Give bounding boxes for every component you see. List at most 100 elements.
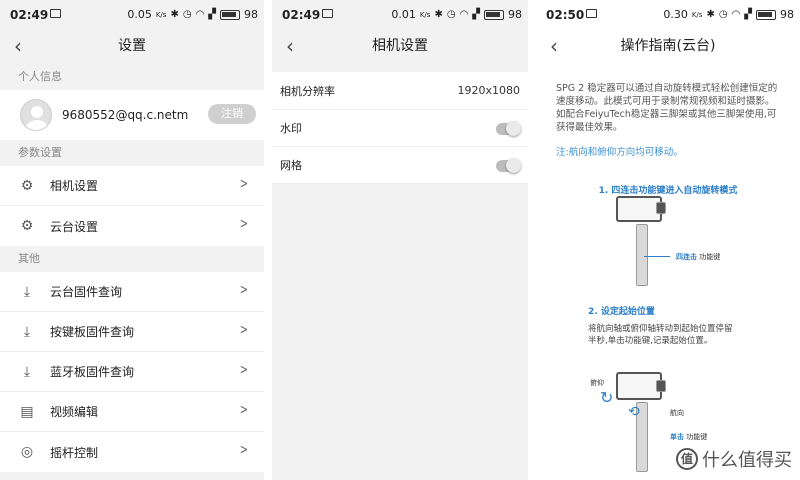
gimbal-motor (656, 380, 666, 392)
step1-callout-text: 功能键 (699, 253, 721, 261)
battery-level: 98 (780, 8, 794, 21)
step1-title: 1. 四连击功能键进入自动旋转模式 (598, 186, 738, 196)
download-icon: ⤓ (23, 283, 31, 300)
wifi-icon: ◠ (459, 9, 469, 20)
status-bar: 02:50 0.30 K/s ✱ ◷ ◠ ▞ 98 (536, 0, 800, 28)
chevron-right-icon: > (240, 442, 249, 458)
battery-icon (484, 9, 504, 20)
menu-item-label: 相机设置 (50, 179, 99, 193)
page-title: 相机设置 (372, 38, 428, 54)
chevron-right-icon: > (240, 216, 249, 232)
network-speed-unit: K/s (155, 10, 167, 19)
step2-callout-text: 功能键 (686, 433, 708, 441)
joystick-icon: ◎ (20, 444, 34, 460)
wifi-icon: ◠ (195, 9, 205, 20)
status-time: 02:49 (10, 8, 49, 22)
nav-bar: ‹ 设置 (0, 28, 264, 64)
camera-settings-screen: 02:49 0.01 K/s ✱ ◷ ◠ ▞ 98 ‹ 相机设置 相机分辨率 1… (272, 0, 528, 480)
grid-row: 网格 (272, 147, 528, 184)
nav-bar: ‹ 相机设置 (272, 28, 528, 64)
watermark-toggle[interactable] (496, 121, 521, 136)
network-speed-unit: K/s (691, 10, 703, 19)
signal-icon: ▞ (208, 9, 216, 20)
gears-icon: ⚙ (20, 218, 34, 234)
resolution-value: 1920x1080 (457, 84, 521, 97)
menu-item-label: 云台固件查询 (50, 285, 123, 299)
watermark-logo: 值 (676, 448, 698, 470)
menu-item-joystick-control[interactable]: ◎ 摇杆控制 > (0, 432, 264, 472)
gears-icon: ⚙ (20, 177, 34, 194)
settings-screen: 02:49 0.05 K/s ✱ ◷ ◠ ▞ 98 ‹ 设置 个人信息 9680… (0, 0, 264, 480)
battery-level: 98 (244, 8, 258, 21)
step1-callout: 四连击 功能键 (676, 252, 720, 262)
section-other: 其他 (18, 252, 40, 265)
callout-line (644, 256, 670, 257)
section-parameters: 参数设置 (18, 146, 62, 159)
alarm-icon: ◷ (718, 9, 728, 20)
menu-item-bluetooth-firmware[interactable]: ⤓ 蓝牙板固件查询 > (0, 352, 264, 392)
message-icon (322, 9, 333, 18)
battery-level: 98 (508, 8, 522, 21)
back-arrow-icon[interactable]: ‹ (550, 34, 558, 58)
pitch-arrow-icon: ↻ (600, 388, 614, 407)
step2-callout: 单击 功能键 (670, 432, 707, 442)
status-bar: 02:49 0.01 K/s ✱ ◷ ◠ ▞ 98 (272, 0, 528, 28)
pitch-label: 俯仰 (590, 379, 604, 387)
menu-item-gimbal-settings[interactable]: ⚙ 云台设置 > (0, 206, 264, 246)
watermark: 值 什么值得买 (676, 446, 792, 472)
battery-icon (220, 9, 240, 20)
step2-block: 2. 设定起始位置 将航向轴或俯仰轴转动到起始位置停留半秒,单击功能键,记录起始… (536, 300, 800, 347)
menu-item-keypad-firmware[interactable]: ⤓ 按键板固件查询 > (0, 312, 264, 352)
chevron-right-icon: > (240, 402, 249, 418)
message-icon (50, 9, 61, 18)
menu-item-label: 按键板固件查询 (50, 325, 135, 339)
status-bar: 02:49 0.05 K/s ✱ ◷ ◠ ▞ 98 (0, 0, 264, 28)
download-icon: ⤓ (23, 363, 31, 380)
grid-toggle[interactable] (496, 158, 521, 173)
account-email: 9680552@qq.c.netm (62, 108, 189, 122)
alarm-icon: ◷ (182, 9, 192, 20)
step2-title: 2. 设定起始位置 (588, 307, 655, 317)
step1-callout-bold: 四连击 (676, 253, 697, 261)
network-speed: 0.01 (391, 8, 416, 21)
step2-description: 将航向轴或俯仰轴转动到起始位置停留半秒,单击功能键,记录起始位置。 (588, 324, 733, 346)
gimbal-motor (656, 202, 666, 214)
download-icon: ⤓ (23, 323, 31, 340)
message-icon (586, 9, 597, 18)
resolution-row[interactable]: 相机分辨率 1920x1080 (272, 72, 528, 110)
yaw-label: 航向 (670, 409, 684, 417)
chevron-right-icon: > (240, 322, 249, 338)
menu-item-camera-settings[interactable]: ⚙ 相机设置 > (0, 166, 264, 206)
section-personal-info: 个人信息 (18, 70, 62, 83)
logout-button[interactable]: 注销 (208, 104, 256, 124)
alarm-icon: ◷ (446, 9, 456, 20)
gimbal-guide-screen: 02:50 0.30 K/s ✱ ◷ ◠ ▞ 98 ‹ 操作指南(云台) SPG… (536, 0, 800, 480)
profile-row: 9680552@qq.c.netm 注销 (0, 90, 264, 140)
guide-note: 注:航向和俯仰方向均可移动。 (556, 147, 683, 158)
watermark-row: 水印 (272, 110, 528, 147)
watermark-label: 水印 (280, 122, 302, 135)
menu-item-label: 云台设置 (50, 219, 99, 234)
bluetooth-icon: ✱ (170, 9, 179, 20)
nav-bar: ‹ 操作指南(云台) (536, 28, 800, 64)
clapperboard-icon: ▤ (20, 403, 34, 420)
signal-icon: ▞ (472, 9, 480, 20)
watermark-text: 什么值得买 (702, 450, 792, 471)
grid-label: 网格 (280, 159, 302, 172)
status-time: 02:50 (546, 8, 585, 22)
page-title: 设置 (118, 38, 146, 54)
yaw-arrow-icon: ⟲ (628, 404, 640, 420)
back-arrow-icon[interactable]: ‹ (286, 34, 294, 58)
wifi-icon: ◠ (731, 9, 741, 20)
gimbal-handle (636, 224, 648, 286)
menu-item-gimbal-firmware[interactable]: ⤓ 云台固件查询 > (0, 272, 264, 312)
network-speed-unit: K/s (419, 10, 431, 19)
network-speed: 0.05 (127, 8, 152, 21)
menu-item-video-edit[interactable]: ▤ 视频编辑 > (0, 392, 264, 432)
resolution-label: 相机分辨率 (280, 84, 335, 98)
signal-icon: ▞ (744, 9, 752, 20)
network-speed: 0.30 (663, 8, 688, 21)
back-arrow-icon[interactable]: ‹ (14, 34, 22, 58)
status-time: 02:49 (282, 8, 321, 22)
menu-item-label: 视频编辑 (50, 405, 99, 419)
